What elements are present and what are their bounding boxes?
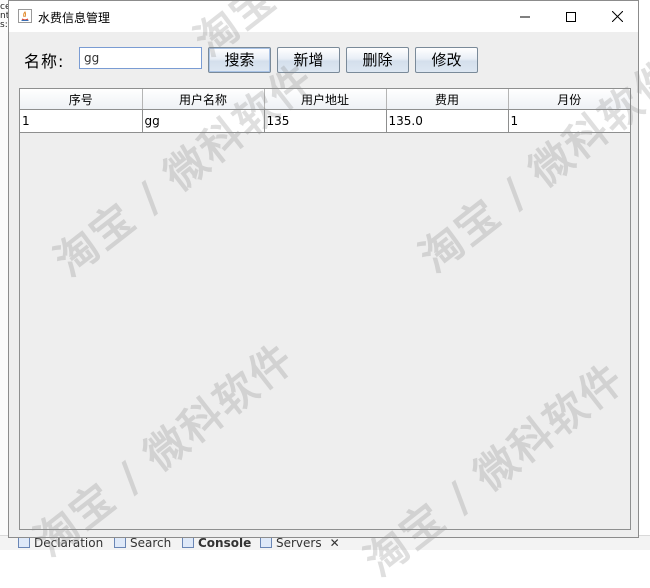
- ide-tab-search[interactable]: Search: [114, 536, 171, 550]
- minimize-button[interactable]: [502, 1, 548, 32]
- ide-text-fragment: s:: [0, 20, 8, 30]
- title-bar[interactable]: 水费信息管理: [9, 1, 638, 32]
- java-app-icon: [18, 9, 32, 23]
- search-button[interactable]: 搜索: [208, 47, 271, 73]
- maximize-icon: [566, 11, 576, 22]
- add-button[interactable]: 新增: [277, 47, 340, 73]
- table-cell[interactable]: gg: [142, 109, 265, 133]
- ide-tab-declaration[interactable]: Declaration: [18, 536, 103, 550]
- table-cell[interactable]: 1: [20, 109, 143, 133]
- window-title: 水费信息管理: [38, 11, 111, 25]
- column-header-id[interactable]: 序号: [20, 89, 143, 110]
- name-search-input[interactable]: [79, 47, 202, 69]
- table-cell[interactable]: 135: [264, 109, 387, 133]
- column-header-user-address[interactable]: 用户地址: [264, 89, 387, 110]
- water-fee-table: 序号 用户名称 用户地址 费用 月份 1 gg 135 135.0 1: [20, 89, 630, 133]
- edit-button[interactable]: 修改: [415, 47, 478, 73]
- table-header-row: 序号 用户名称 用户地址 费用 月份: [20, 89, 630, 110]
- minimize-icon: [520, 16, 530, 17]
- close-button[interactable]: [594, 1, 640, 32]
- close-icon[interactable]: ✕: [330, 536, 340, 550]
- ide-tab-console[interactable]: Console: [182, 536, 251, 550]
- table-cell[interactable]: 1: [508, 109, 630, 133]
- column-header-user-name[interactable]: 用户名称: [142, 89, 265, 110]
- table-row[interactable]: 1 gg 135 135.0 1: [20, 109, 630, 133]
- close-icon: [611, 10, 623, 23]
- app-window: 水费信息管理 名称: 搜索 新增 删除 修改 序号 用户名称 用户地址 费用 月…: [8, 0, 639, 538]
- ide-tab-servers[interactable]: Servers ✕: [260, 536, 340, 550]
- column-header-month[interactable]: 月份: [508, 89, 630, 110]
- table-scroll-pane[interactable]: 序号 用户名称 用户地址 费用 月份 1 gg 135 135.0 1: [19, 88, 631, 530]
- delete-button[interactable]: 删除: [346, 47, 409, 73]
- maximize-button[interactable]: [548, 1, 594, 32]
- table-cell[interactable]: 135.0: [386, 109, 509, 133]
- name-label: 名称:: [24, 52, 65, 71]
- column-header-fee[interactable]: 费用: [386, 89, 509, 110]
